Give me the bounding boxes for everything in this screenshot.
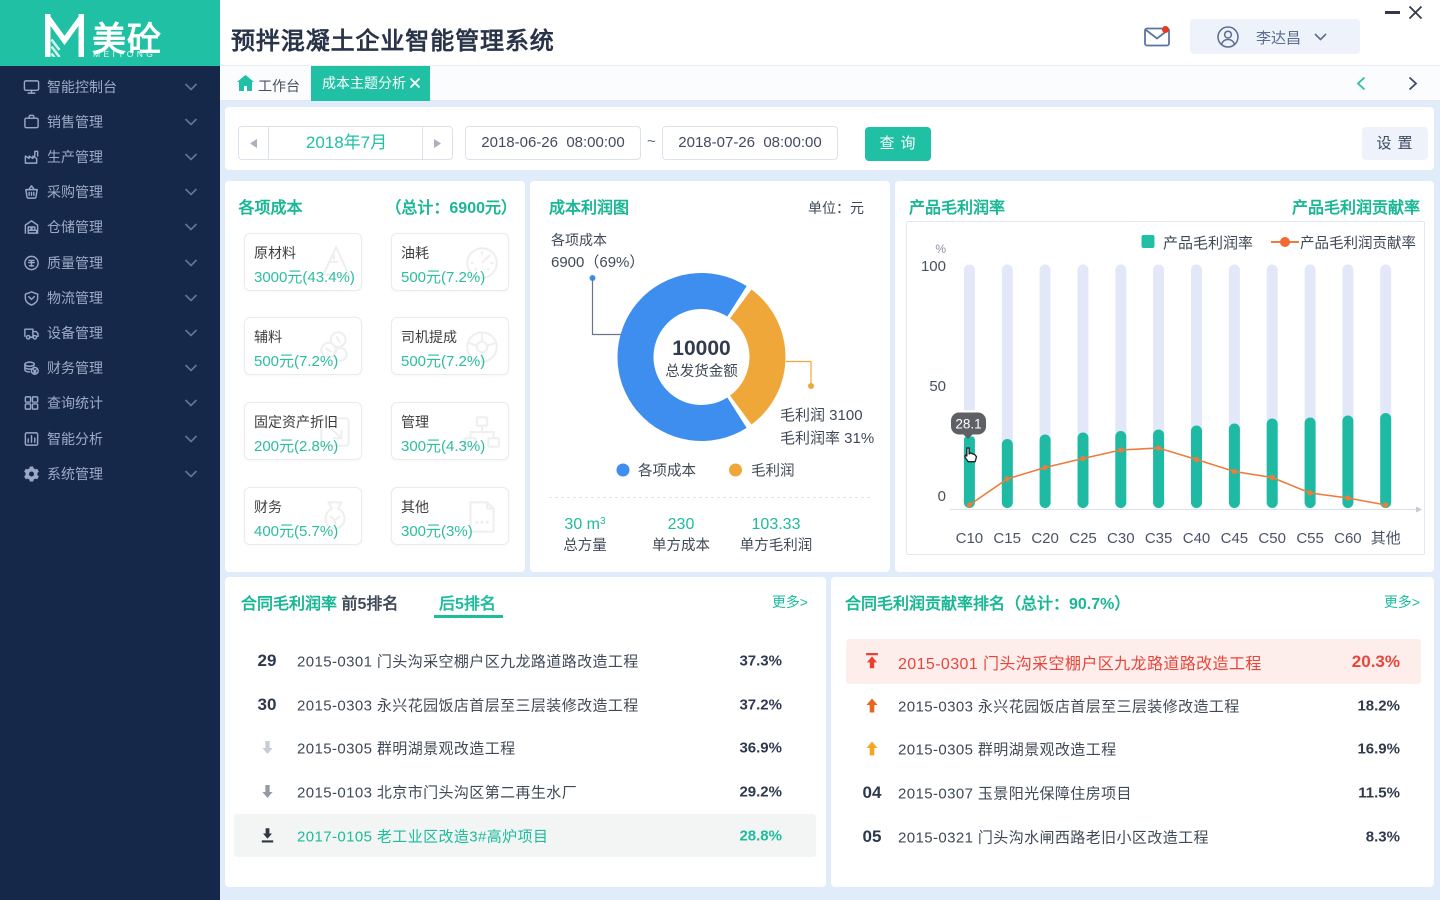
svg-text:C10: C10 bbox=[956, 530, 984, 547]
svg-text:50: 50 bbox=[929, 378, 946, 395]
svg-text:总方量: 总方量 bbox=[563, 537, 607, 554]
svg-text:C45: C45 bbox=[1221, 530, 1249, 547]
svg-text:230: 230 bbox=[668, 516, 695, 533]
svg-text:产品毛利润贡献率: 产品毛利润贡献率 bbox=[1300, 235, 1416, 252]
svg-text:其他: 其他 bbox=[1371, 530, 1401, 547]
svg-text:C20: C20 bbox=[1031, 530, 1059, 547]
svg-text:单方毛利润: 单方毛利润 bbox=[740, 537, 813, 554]
svg-text:C35: C35 bbox=[1145, 530, 1173, 547]
svg-text:C40: C40 bbox=[1183, 530, 1211, 547]
svg-text:产品毛利润率: 产品毛利润率 bbox=[1163, 235, 1253, 252]
svg-text:%: % bbox=[935, 242, 946, 256]
svg-text:C15: C15 bbox=[993, 530, 1021, 547]
svg-text:C30: C30 bbox=[1107, 530, 1135, 547]
svg-text:10000: 10000 bbox=[672, 337, 730, 360]
svg-text:C55: C55 bbox=[1296, 530, 1324, 547]
svg-text:C25: C25 bbox=[1069, 530, 1097, 547]
svg-text:毛利润: 毛利润 bbox=[751, 463, 795, 480]
svg-text:103.33: 103.33 bbox=[752, 516, 801, 533]
svg-text:总发货金额: 总发货金额 bbox=[665, 363, 738, 380]
svg-text:100: 100 bbox=[921, 258, 946, 275]
svg-text:0: 0 bbox=[938, 488, 946, 505]
svg-text:C50: C50 bbox=[1258, 530, 1286, 547]
svg-text:C60: C60 bbox=[1334, 530, 1362, 547]
svg-text:30 m3: 30 m3 bbox=[564, 516, 606, 534]
svg-text:28.1: 28.1 bbox=[955, 417, 981, 432]
svg-text:单方成本: 单方成本 bbox=[652, 537, 710, 554]
svg-text:各项成本: 各项成本 bbox=[638, 463, 696, 480]
